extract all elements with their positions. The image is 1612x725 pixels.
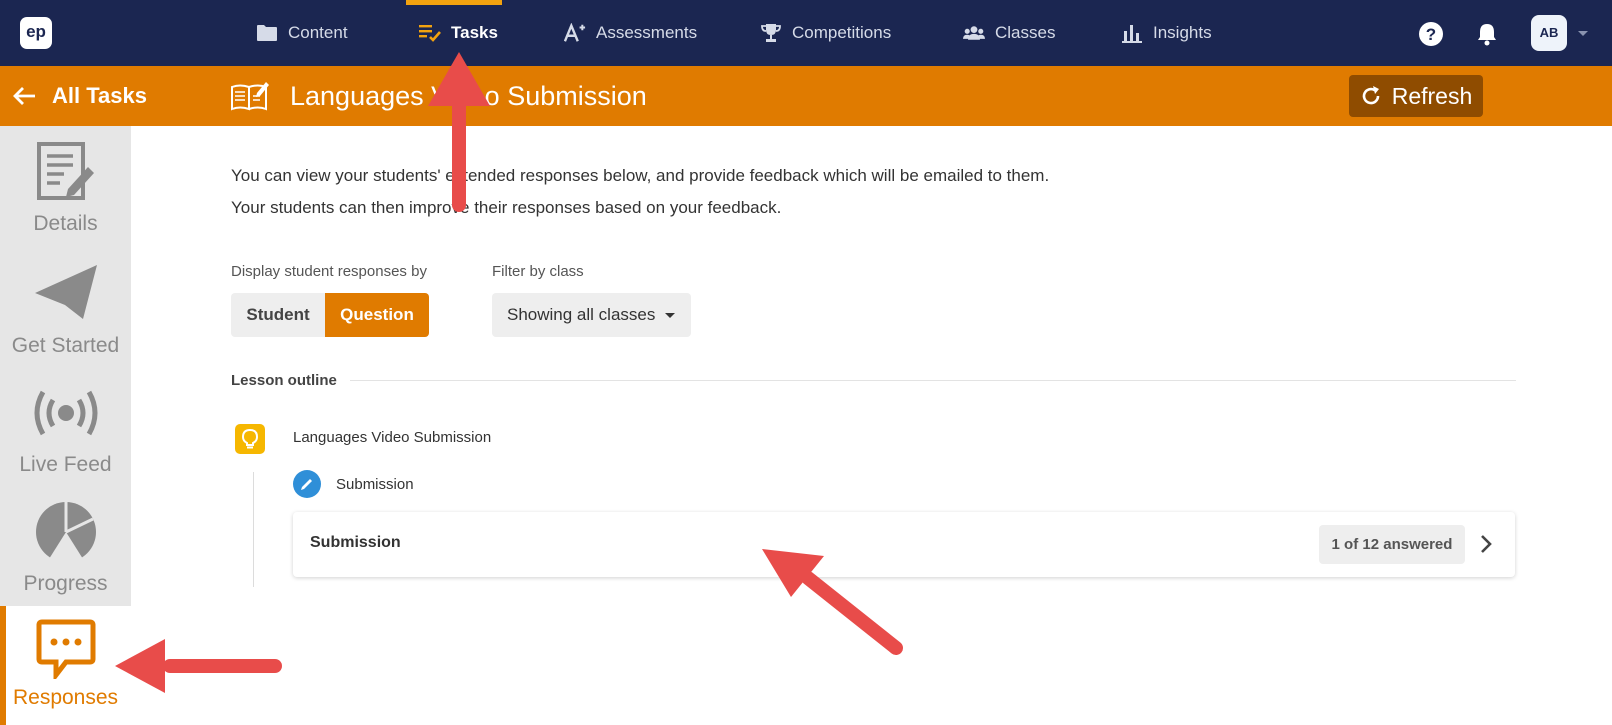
- display-by-toggle: Student Question: [231, 293, 429, 337]
- help-icon[interactable]: ?: [1418, 21, 1444, 47]
- sidebar-item-details[interactable]: Details: [0, 136, 131, 236]
- lesson-title: Languages Video Submission: [293, 429, 492, 446]
- app-logo[interactable]: ep: [20, 17, 52, 49]
- nav-label-classes: Classes: [995, 23, 1056, 42]
- question-card[interactable]: Submission 1 of 12 answered: [293, 512, 1515, 577]
- refresh-icon: [1360, 85, 1382, 107]
- display-by-label: Display student responses by: [231, 263, 427, 280]
- nav-item-competitions[interactable]: Competitions: [760, 0, 891, 66]
- back-to-all-tasks[interactable]: All Tasks: [12, 66, 147, 126]
- folder-icon: [256, 22, 278, 44]
- lightbulb-icon: [235, 424, 265, 454]
- nav-label-insights: Insights: [1153, 23, 1212, 42]
- top-navigation-bar: ep Content Tasks Assessments Competition…: [0, 0, 1612, 66]
- refresh-button[interactable]: Refresh: [1349, 75, 1483, 117]
- sidebar-item-get-started[interactable]: Get Started: [0, 258, 131, 358]
- annotation-arrow-responses: [115, 639, 282, 693]
- intro-line-1: You can view your students' extended res…: [231, 166, 1050, 185]
- section-title: Submission: [336, 476, 414, 493]
- intro-line-2: Your students can then improve their res…: [231, 198, 782, 217]
- pie-chart-icon: [33, 496, 99, 568]
- nav-label-content: Content: [288, 23, 348, 42]
- book-edit-icon: [230, 81, 270, 111]
- chevron-right-icon[interactable]: [1479, 534, 1493, 559]
- document-edit-icon: [36, 136, 96, 208]
- trophy-icon: [760, 22, 782, 44]
- answered-count-badge: 1 of 12 answered: [1319, 525, 1465, 564]
- caret-down-icon: [665, 312, 676, 318]
- nav-item-insights[interactable]: Insights: [1121, 0, 1212, 66]
- sidebar-item-progress[interactable]: Progress: [0, 496, 131, 596]
- pencil-icon: [293, 470, 321, 498]
- paper-plane-icon: [33, 258, 99, 330]
- outline-tree-line: [253, 472, 254, 587]
- nav-item-assessments[interactable]: Assessments: [564, 0, 697, 66]
- nav-item-tasks[interactable]: Tasks: [419, 0, 498, 66]
- bell-icon[interactable]: [1474, 21, 1500, 47]
- lesson-outline-heading: Lesson outline: [231, 372, 337, 389]
- nav-item-content[interactable]: Content: [256, 0, 348, 66]
- question-card-title: Submission: [310, 534, 401, 551]
- nav-item-classes[interactable]: Classes: [963, 0, 1055, 66]
- nav-label-assessments: Assessments: [596, 23, 698, 42]
- sidebar-label-responses: Responses: [12, 686, 119, 709]
- app-root: ep Content Tasks Assessments Competition…: [0, 0, 1612, 725]
- back-label: All Tasks: [52, 83, 147, 108]
- sidebar-label-live-feed: Live Feed: [19, 453, 112, 476]
- bar-chart-icon: [1121, 22, 1143, 44]
- nav-label-competitions: Competitions: [792, 23, 892, 42]
- refresh-label: Refresh: [1391, 82, 1473, 109]
- nav-label-tasks: Tasks: [451, 23, 498, 42]
- chevron-down-icon[interactable]: [1578, 31, 1588, 36]
- assessment-icon: [564, 22, 586, 44]
- sidebar-label-get-started: Get Started: [11, 334, 120, 357]
- arrow-left-icon: [12, 86, 36, 106]
- task-title-text: Languages Video Submission: [290, 80, 647, 111]
- users-icon: [963, 22, 985, 44]
- class-filter-value: Showing all classes: [507, 305, 656, 324]
- chat-bubble-icon: [36, 616, 96, 682]
- intro-text: You can view your students' extended res…: [231, 160, 1049, 224]
- task-title: Languages Video Submission: [230, 66, 647, 126]
- toggle-question-button[interactable]: Question: [325, 293, 429, 337]
- sidebar-label-details: Details: [33, 212, 98, 235]
- class-filter-select[interactable]: Showing all classes: [492, 293, 691, 337]
- filter-by-class-label: Filter by class: [492, 263, 584, 280]
- toggle-student-button[interactable]: Student: [231, 293, 325, 337]
- sidebar-label-progress: Progress: [23, 572, 108, 595]
- sidebar-item-live-feed[interactable]: Live Feed: [0, 377, 131, 477]
- svg-text:?: ?: [1426, 25, 1436, 44]
- divider: [350, 380, 1516, 381]
- user-avatar[interactable]: AB: [1531, 15, 1567, 51]
- sidebar-item-responses[interactable]: Responses: [0, 616, 131, 710]
- broadcast-icon: [34, 377, 98, 449]
- tasks-icon: [419, 22, 441, 44]
